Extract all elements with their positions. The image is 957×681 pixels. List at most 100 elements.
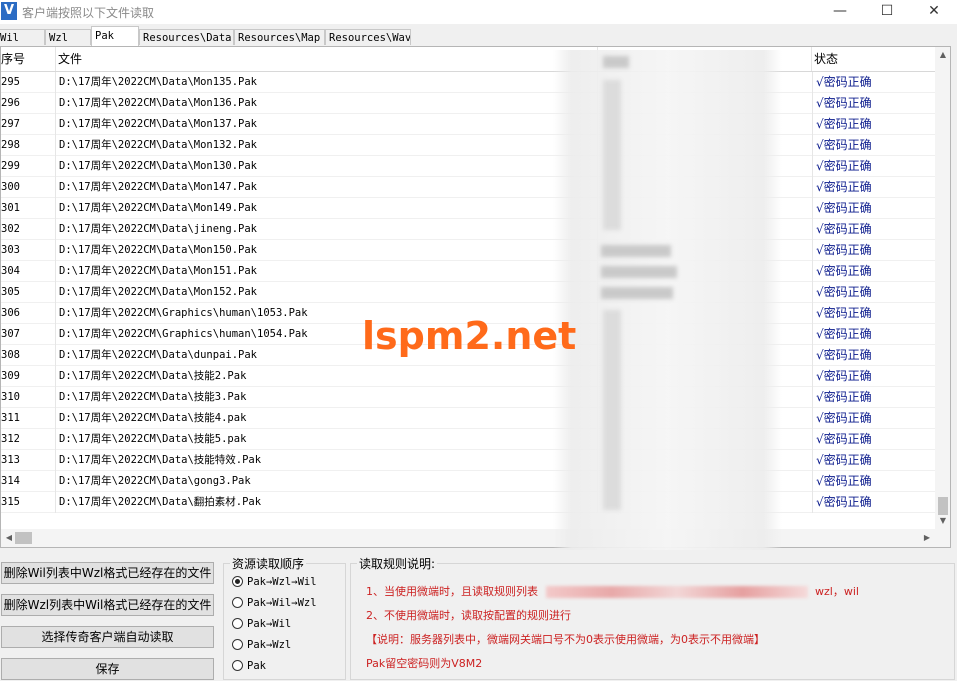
row-status: √密码正确 <box>812 492 935 513</box>
resource-order-title: 资源读取顺序 <box>230 555 307 572</box>
title-bar: V 客户端按照以下文件读取 — ☐ ✕ <box>0 0 957 24</box>
radio-icon[interactable] <box>232 597 243 608</box>
row-status: √密码正确 <box>812 324 935 345</box>
radio-icon[interactable] <box>232 660 243 671</box>
column-status[interactable]: 状态 <box>812 47 935 71</box>
row-status: √密码正确 <box>812 471 935 492</box>
table-row[interactable]: 296 D:\17周年\2022CM\Data\Mon136.Pak √密码正确 <box>1 93 935 114</box>
table-row[interactable]: 312 D:\17周年\2022CM\Data\技能5.pak √密码正确 <box>1 429 935 450</box>
table-row[interactable]: 297 D:\17周年\2022CM\Data\Mon137.Pak √密码正确 <box>1 114 935 135</box>
row-file-path: D:\17周年\2022CM\Data\jineng.Pak <box>57 219 598 240</box>
row-status: √密码正确 <box>812 72 935 93</box>
table-row[interactable]: 301 D:\17周年\2022CM\Data\Mon149.Pak √密码正确 <box>1 198 935 219</box>
table-row[interactable]: 295 D:\17周年\2022CM\Data\Mon135.Pak √密码正确 <box>1 72 935 93</box>
row-status: √密码正确 <box>812 429 935 450</box>
scroll-down-icon[interactable]: ▼ <box>935 513 950 529</box>
radio-icon[interactable] <box>232 639 243 650</box>
row-status: √密码正确 <box>812 114 935 135</box>
tab-wil[interactable]: Wil <box>0 29 45 45</box>
scroll-up-icon[interactable]: ▲ <box>935 47 950 63</box>
table-row[interactable]: 304 D:\17周年\2022CM\Data\Mon151.Pak √密码正确 <box>1 261 935 282</box>
horizontal-scroll-thumb[interactable] <box>15 532 32 544</box>
row-file-path: D:\17周年\2022CM\Data\技能4.pak <box>57 408 598 429</box>
table-row[interactable]: 299 D:\17周年\2022CM\Data\Mon130.Pak √密码正确 <box>1 156 935 177</box>
table-row[interactable]: 298 D:\17周年\2022CM\Data\Mon132.Pak √密码正确 <box>1 135 935 156</box>
row-status: √密码正确 <box>812 387 935 408</box>
auto-read-client-button[interactable]: 选择传奇客户端自动读取 <box>1 626 214 648</box>
table-row[interactable]: 302 D:\17周年\2022CM\Data\jineng.Pak √密码正确 <box>1 219 935 240</box>
redacted-column <box>553 50 782 550</box>
row-index: 296 <box>1 93 56 114</box>
row-file-path: D:\17周年\2022CM\Data\Mon150.Pak <box>57 240 598 261</box>
tab-resources-map[interactable]: Resources\Map <box>234 29 325 45</box>
tab-resources-wav[interactable]: Resources\Wav <box>325 29 411 45</box>
column-index[interactable]: 序号 <box>1 47 56 71</box>
row-index: 315 <box>1 492 56 513</box>
maximize-button[interactable]: ☐ <box>864 0 910 24</box>
table-row[interactable]: 310 D:\17周年\2022CM\Data\技能3.Pak √密码正确 <box>1 387 935 408</box>
table-row[interactable]: 309 D:\17周年\2022CM\Data\技能2.Pak √密码正确 <box>1 366 935 387</box>
scroll-right-icon[interactable]: ▶ <box>919 529 935 547</box>
row-index: 305 <box>1 282 56 303</box>
row-file-path: D:\17周年\2022CM\Data\Mon132.Pak <box>57 135 598 156</box>
horizontal-scrollbar[interactable]: ◀ ▶ <box>1 529 935 547</box>
delete-wzl-duplicates-button[interactable]: 删除Wzl列表中Wil格式已经存在的文件 <box>1 594 214 616</box>
watermark-text: lspm2.net <box>362 314 577 358</box>
redaction-blob <box>601 245 671 257</box>
redaction-blob <box>603 80 621 230</box>
table-row[interactable]: 314 D:\17周年\2022CM\Data\gong3.Pak √密码正确 <box>1 471 935 492</box>
redaction-blob <box>603 56 629 68</box>
redaction-blob <box>603 310 621 510</box>
row-status: √密码正确 <box>812 450 935 471</box>
save-button[interactable]: 保存 <box>1 658 214 680</box>
row-file-path: D:\17周年\2022CM\Data\技能2.Pak <box>57 366 598 387</box>
row-index: 308 <box>1 345 56 366</box>
row-index: 312 <box>1 429 56 450</box>
row-index: 301 <box>1 198 56 219</box>
radio-selected-icon[interactable] <box>232 576 243 587</box>
tab-wzl[interactable]: Wzl <box>45 29 91 45</box>
delete-wil-duplicates-button[interactable]: 删除Wil列表中Wzl格式已经存在的文件 <box>1 562 214 584</box>
row-file-path: D:\17周年\2022CM\Data\技能5.pak <box>57 429 598 450</box>
tab-pak[interactable]: Pak <box>91 26 139 46</box>
row-status: √密码正确 <box>812 282 935 303</box>
file-list[interactable]: 序号 文件 状态 295 D:\17周年\2022CM\Data\Mon135.P… <box>0 46 951 548</box>
table-row[interactable]: 300 D:\17周年\2022CM\Data\Mon147.Pak √密码正确 <box>1 177 935 198</box>
column-header: 序号 文件 状态 <box>1 47 935 72</box>
app-icon: V <box>1 2 17 20</box>
row-index: 307 <box>1 324 56 345</box>
row-file-path: D:\17周年\2022CM\Data\翻拍素材.Pak <box>57 492 598 513</box>
row-file-path: D:\17周年\2022CM\Data\Mon136.Pak <box>57 93 598 114</box>
row-index: 310 <box>1 387 56 408</box>
row-file-path: D:\17周年\2022CM\Data\Mon130.Pak <box>57 156 598 177</box>
row-status: √密码正确 <box>812 177 935 198</box>
row-status: √密码正确 <box>812 345 935 366</box>
row-status: √密码正确 <box>812 261 935 282</box>
row-status: √密码正确 <box>812 156 935 177</box>
vertical-scrollbar[interactable]: ▲ ▼ <box>935 47 950 547</box>
rule-line-1: 1、当使用微端时，且读取规则列表 wzl，wil <box>366 585 859 598</box>
row-index: 299 <box>1 156 56 177</box>
row-status: √密码正确 <box>812 93 935 114</box>
radio-icon[interactable] <box>232 618 243 629</box>
table-row[interactable]: 311 D:\17周年\2022CM\Data\技能4.pak √密码正确 <box>1 408 935 429</box>
table-row[interactable]: 303 D:\17周年\2022CM\Data\Mon150.Pak √密码正确 <box>1 240 935 261</box>
table-row[interactable]: 305 D:\17周年\2022CM\Data\Mon152.Pak √密码正确 <box>1 282 935 303</box>
redaction-blob <box>601 266 677 278</box>
row-index: 303 <box>1 240 56 261</box>
minimize-button[interactable]: — <box>817 0 863 24</box>
table-row[interactable]: 313 D:\17周年\2022CM\Data\技能特效.Pak √密码正确 <box>1 450 935 471</box>
row-status: √密码正确 <box>812 366 935 387</box>
row-index: 298 <box>1 135 56 156</box>
row-index: 304 <box>1 261 56 282</box>
column-file[interactable]: 文件 <box>56 47 598 71</box>
rule-line-3: 【说明：服务器列表中，微端网关端口号不为0表示使用微端，为0表示不用微端】 <box>366 633 765 646</box>
row-index: 314 <box>1 471 56 492</box>
table-row[interactable]: 315 D:\17周年\2022CM\Data\翻拍素材.Pak √密码正确 <box>1 492 935 513</box>
tab-resources-data[interactable]: Resources\Data <box>139 29 234 45</box>
row-status: √密码正确 <box>812 240 935 261</box>
row-file-path: D:\17周年\2022CM\Data\Mon151.Pak <box>57 261 598 282</box>
read-rules-title: 读取规则说明: <box>357 555 438 572</box>
close-button[interactable]: ✕ <box>911 0 957 24</box>
row-index: 297 <box>1 114 56 135</box>
